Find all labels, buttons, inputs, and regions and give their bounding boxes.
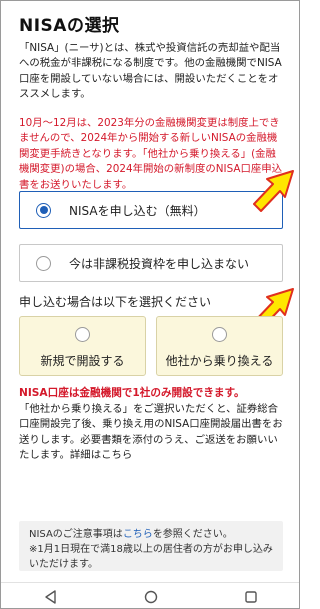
note-box: NISAのご注意事項はこちらを参照ください。 ※1月1日現在で満18歳以上の居住… (19, 521, 283, 571)
choice-transfer[interactable]: 他社から乗り換える (156, 316, 283, 376)
radio-selected-icon[interactable] (36, 202, 51, 218)
page-title: NISAの選択 (19, 16, 120, 36)
screen: NISAの選択 「NISA」(ニーサ)とは、株式や投資信託の売却益や配当への税金… (0, 0, 300, 609)
option-skip-nisa[interactable]: 今は非課税投資枠を申し込まない (19, 244, 283, 282)
radio-unselected-icon[interactable] (212, 327, 227, 342)
note-link[interactable]: こちら (123, 529, 153, 540)
note-suffix: を参照ください。 (152, 529, 233, 540)
back-button[interactable] (31, 587, 71, 607)
intro-text: 「NISA」(ニーサ)とは、株式や投資信託の売却益や配当への税金が非課税になる制… (19, 42, 282, 101)
option-apply-label: NISAを申し込む（無料） (69, 203, 206, 218)
transfer-info-text: 「他社から乗り換える」をご選択いただくと、証券総合口座開設完了後、乗り換え用のN… (19, 403, 283, 462)
back-triangle-icon (45, 589, 56, 604)
apply-section-label: 申し込む場合は以下を選択ください (19, 295, 212, 309)
option-apply-nisa[interactable]: NISAを申し込む（無料） (19, 191, 283, 229)
home-circle-icon (144, 590, 158, 603)
choice-transfer-label: 他社から乗り換える (165, 354, 274, 368)
option-skip-label: 今は非課税投資枠を申し込まない (69, 256, 250, 271)
radio-unselected-icon[interactable] (36, 255, 51, 271)
one-account-warning: NISA口座は金融機関で1社のみ開設できます。 (19, 387, 245, 399)
choice-new-open[interactable]: 新規で開設する (19, 316, 146, 376)
android-nav-bar (1, 582, 299, 608)
arrow-pointer-icon (253, 170, 294, 212)
notice-text: 10月～12月は、2023年分の金融機関変更は制度上できませんので、2024年か… (19, 117, 283, 191)
note-prefix: NISAのご注意事項は (29, 529, 123, 540)
radio-unselected-icon[interactable] (75, 327, 90, 342)
recent-apps-button[interactable] (231, 587, 271, 607)
choice-new-open-label: 新規で開設する (40, 354, 125, 368)
home-button[interactable] (131, 587, 171, 607)
recent-square-icon (245, 590, 257, 603)
note-line2: ※1月1日現在で満18歳以上の居住者の方がお申し込みいただけます。 (29, 544, 273, 570)
